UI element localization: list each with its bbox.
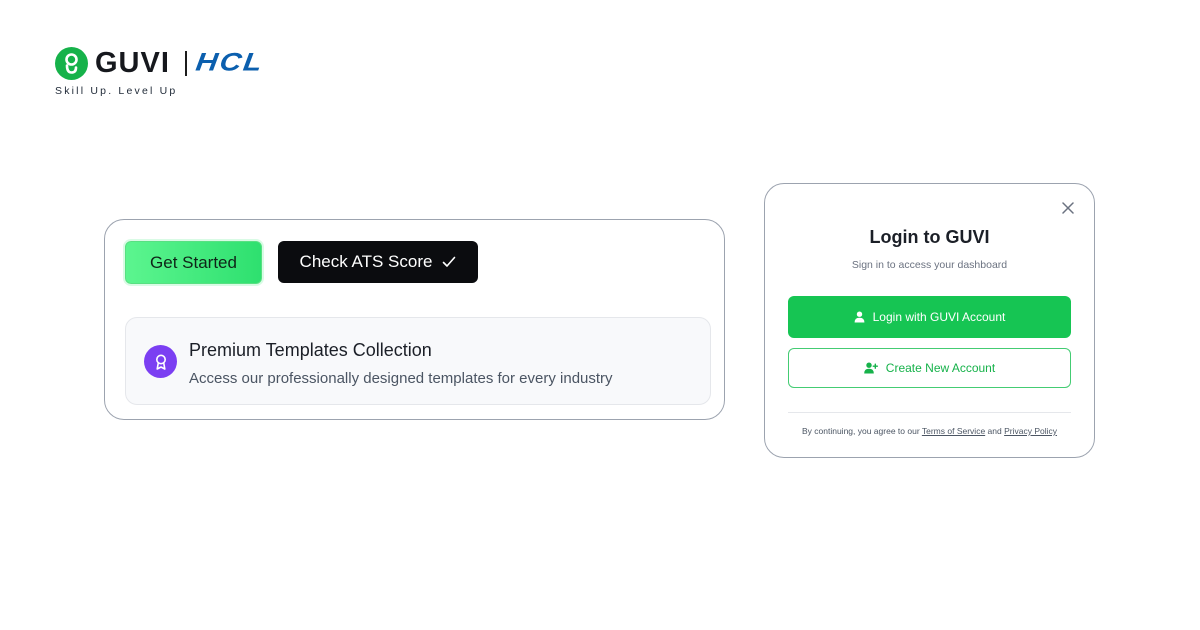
premium-templates-panel: Premium Templates Collection Access our … [125,317,711,405]
check-ats-score-button[interactable]: Check ATS Score [278,241,478,283]
premium-description: Access our professionally designed templ… [189,370,613,387]
close-icon[interactable] [1060,200,1076,216]
create-button-label: Create New Account [885,361,996,375]
award-icon [144,345,177,378]
brand-divider [185,51,187,76]
get-started-label: Get Started [150,252,237,272]
privacy-policy-link[interactable]: Privacy Policy [1004,426,1057,436]
login-title: Login to GUVI [869,227,990,247]
user-icon [854,311,865,323]
guvi-wordmark: GUVI [95,47,170,79]
get-started-button[interactable]: Get Started [125,241,262,284]
hcl-wordmark: HCL [194,48,266,77]
dialog-divider [788,412,1071,413]
user-plus-icon [863,362,878,374]
login-with-guvi-button[interactable]: Login with GUVI Account [788,296,1071,338]
terms-prefix: By continuing, you agree to our [801,426,920,436]
terms-and: and [987,426,1002,436]
brand-header: GUVI HCL Skill Up. Level Up [55,46,355,102]
login-button-label: Login with GUVI Account [872,310,1006,324]
guvi-logo-icon [55,47,88,80]
brand-tagline: Skill Up. Level Up [55,85,178,97]
premium-title: Premium Templates Collection [189,340,432,360]
check-icon [442,256,456,268]
create-account-button[interactable]: Create New Account [788,348,1071,388]
ats-label: Check ATS Score [299,252,433,271]
hero-card: Get Started Check ATS Score Premium Temp… [104,219,725,420]
login-subtitle: Sign in to access your dashboard [851,259,1008,271]
terms-of-service-link[interactable]: Terms of Service [922,426,985,436]
terms-notice: By continuing, you agree to our Terms of… [765,426,1094,436]
login-dialog: Login to GUVI Sign in to access your das… [764,183,1095,458]
